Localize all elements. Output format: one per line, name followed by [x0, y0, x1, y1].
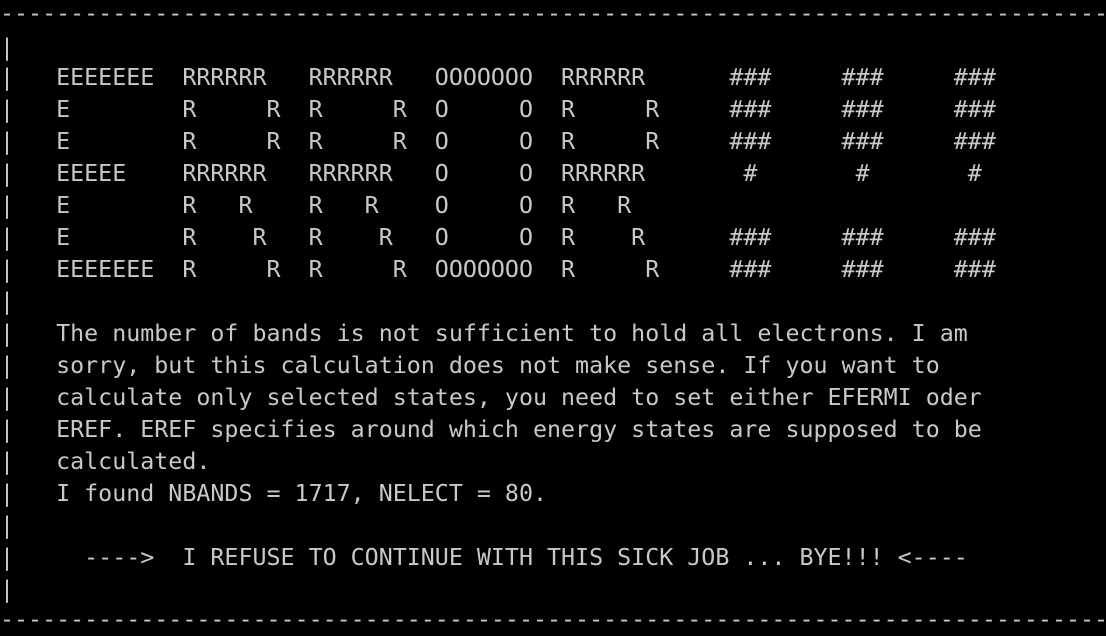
message-line: | sorry, but this calculation does not m…	[0, 352, 940, 379]
banner-line: | EEEEE RRRRRR RRRRRR O O RRRRRR # # #	[0, 160, 982, 187]
banner-line: | E R R R R O O R R	[0, 192, 632, 219]
banner-line: | E R R R R O O R R ### ### ###	[0, 128, 996, 155]
terminal-window[interactable]: ----------------------------------------…	[0, 0, 1106, 633]
message-line: | I found NBANDS = 1717, NELECT = 80.	[0, 480, 548, 507]
border-pipe: |	[0, 34, 15, 61]
top-border: ----------------------------------------…	[0, 0, 1106, 27]
border-pipe: |	[0, 576, 15, 603]
message-line: | calculate only selected states, you ne…	[0, 384, 982, 411]
border-pipe: |	[0, 288, 15, 315]
banner-line: | EEEEEEE R R R R OOOOOOO R R ### ### ##…	[0, 256, 996, 283]
banner-line: | EEEEEEE RRRRRR RRRRRR OOOOOOO RRRRRR #…	[0, 64, 996, 91]
border-pipe: |	[0, 512, 15, 539]
message-line: | The number of bands is not sufficient …	[0, 320, 968, 347]
banner-line: | E R R R R O O R R ### ### ###	[0, 224, 996, 251]
message-line: | EREF. EREF specifies around which ener…	[0, 416, 982, 443]
bottom-border: ----------------------------------------…	[0, 606, 1106, 633]
banner-line: | E R R R R O O R R ### ### ###	[0, 96, 996, 123]
refuse-line: | ----> I REFUSE TO CONTINUE WITH THIS S…	[0, 544, 968, 571]
message-line: | calculated.	[0, 448, 211, 475]
